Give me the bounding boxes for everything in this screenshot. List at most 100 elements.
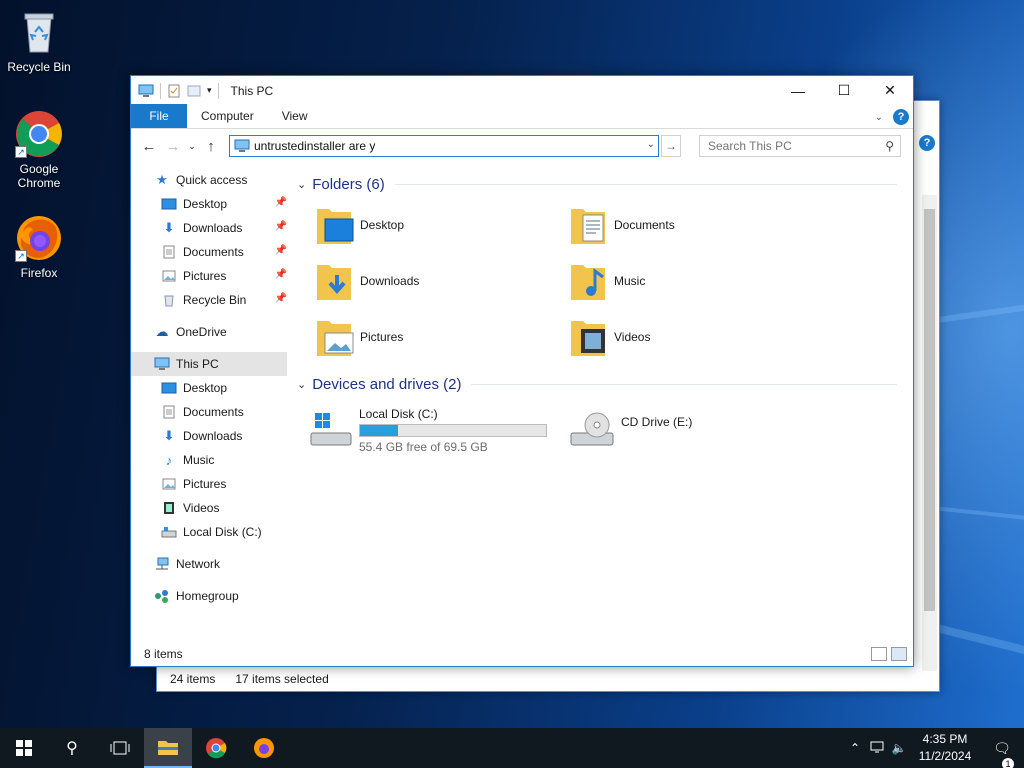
nav-label: Local Disk (C:) — [183, 525, 262, 539]
large-icons-view-button[interactable] — [891, 647, 907, 661]
up-button[interactable]: ↑ — [199, 138, 223, 155]
recent-locations-chevron-icon[interactable]: ⌄ — [185, 141, 199, 152]
expand-ribbon-chevron-icon[interactable]: ⌄ — [875, 112, 883, 123]
folders-group-header[interactable]: ⌄ Folders (6) — [297, 171, 905, 197]
folder-music[interactable]: Music — [569, 253, 823, 309]
search-box[interactable]: ⚲ — [699, 135, 901, 157]
videos-folder-icon — [569, 315, 609, 359]
status-bar: 8 items — [131, 642, 913, 666]
tab-file[interactable]: File — [131, 104, 187, 128]
show-hidden-icons-chevron-icon[interactable]: ⌃ — [844, 741, 866, 755]
nav-quick-pictures[interactable]: Pictures 📌 — [131, 264, 289, 288]
folder-label: Pictures — [360, 330, 404, 344]
taskbar-chrome[interactable] — [192, 728, 240, 768]
folder-label: Videos — [614, 330, 651, 344]
back-button[interactable]: ← — [137, 138, 161, 155]
nav-pc-local-disk[interactable]: Local Disk (C:) — [131, 520, 289, 544]
nav-pc-desktop[interactable]: Desktop — [131, 376, 289, 400]
hard-drive-icon — [161, 524, 177, 540]
drives-list: Local Disk (C:) 55.4 GB free of 69.5 GB … — [307, 403, 905, 454]
nav-quick-access[interactable]: ★ Quick access — [131, 168, 289, 192]
back-window-status-bar: 24 items 17 items selected — [157, 667, 939, 691]
drive-local-disk-c[interactable]: Local Disk (C:) 55.4 GB free of 69.5 GB — [307, 403, 547, 454]
pin-icon[interactable]: 📌 — [275, 197, 287, 208]
status-selected-count: 17 items selected — [235, 672, 329, 686]
desktop-icon-firefox[interactable]: ↗ Firefox — [1, 214, 77, 280]
help-icon[interactable]: ? — [919, 135, 935, 151]
title-bar[interactable]: ▾ This PC — ☐ ✕ — [131, 76, 913, 105]
pin-icon[interactable]: 📌 — [275, 269, 287, 280]
clock-time: 4:35 PM — [922, 732, 968, 746]
action-center-button[interactable]: 🗨 1 — [980, 739, 1024, 768]
taskbar-file-explorer[interactable] — [144, 728, 192, 768]
nav-this-pc[interactable]: This PC — [131, 352, 287, 376]
forward-button[interactable]: → — [161, 138, 185, 155]
nav-quick-desktop[interactable]: Desktop 📌 — [131, 192, 289, 216]
explorer-window[interactable]: ▾ This PC — ☐ ✕ File Computer View ⌄ ? ←… — [130, 75, 914, 667]
file-explorer-icon — [158, 741, 178, 755]
folder-desktop[interactable]: Desktop — [315, 197, 569, 253]
search-input[interactable] — [708, 139, 868, 153]
recycle-bin-icon — [161, 292, 177, 308]
nav-label: Quick access — [176, 173, 248, 187]
windows-logo-icon — [16, 740, 32, 756]
this-pc-icon — [234, 139, 250, 152]
new-folder-icon[interactable] — [187, 84, 201, 98]
go-arrow-button[interactable]: → — [661, 135, 681, 157]
nav-label: Downloads — [183, 429, 243, 443]
nav-homegroup[interactable]: Homegroup — [131, 584, 289, 608]
notification-icon: 🗨 — [993, 739, 1011, 756]
scrollbar-thumb[interactable] — [924, 209, 935, 611]
desktop-icon-google-chrome[interactable]: ↗ Google Chrome — [1, 110, 77, 190]
quick-access-toolbar: ▾ — [131, 82, 225, 99]
volume-icon[interactable]: 🔈 — [888, 741, 910, 755]
minimize-button[interactable]: — — [775, 76, 821, 105]
network-status-icon[interactable] — [866, 740, 888, 757]
nav-pc-downloads[interactable]: ⬇ Downloads — [131, 424, 289, 448]
taskbar-firefox[interactable] — [240, 728, 288, 768]
pin-icon[interactable]: 📌 — [275, 293, 287, 304]
folder-downloads[interactable]: Downloads — [315, 253, 569, 309]
nav-quick-downloads[interactable]: ⬇ Downloads 📌 — [131, 216, 289, 240]
group-title: Folders (6) — [312, 175, 385, 193]
desktop-icon-recycle-bin[interactable]: Recycle Bin — [1, 8, 77, 74]
help-icon[interactable]: ? — [893, 109, 909, 125]
task-view-button[interactable] — [96, 728, 144, 768]
devices-group-header[interactable]: ⌄ Devices and drives (2) — [297, 371, 905, 397]
nav-pc-videos[interactable]: Videos — [131, 496, 289, 520]
status-item-count: 24 items — [170, 672, 216, 686]
address-input[interactable] — [254, 139, 634, 153]
documents-icon — [161, 244, 177, 260]
folder-videos[interactable]: Videos — [569, 309, 823, 365]
search-button[interactable]: ⚲ — [48, 728, 96, 768]
nav-pc-documents[interactable]: Documents — [131, 400, 289, 424]
pin-icon[interactable]: 📌 — [275, 221, 287, 232]
drive-cd-e[interactable]: CD Drive (E:) — [569, 403, 692, 454]
folder-label: Desktop — [360, 218, 405, 232]
nav-pc-music[interactable]: ♪ Music — [131, 448, 289, 472]
folder-documents[interactable]: Documents — [569, 197, 823, 253]
pin-icon[interactable]: 📌 — [275, 245, 287, 256]
address-bar[interactable]: ⌄ — [229, 135, 659, 157]
nav-pc-pictures[interactable]: Pictures — [131, 472, 289, 496]
folder-pictures[interactable]: Pictures — [315, 309, 569, 365]
nav-onedrive[interactable]: ☁ OneDrive — [131, 320, 289, 344]
collapse-chevron-icon[interactable]: ⌄ — [297, 178, 306, 191]
clock[interactable]: 4:35 PM 11/2/2024 — [910, 731, 980, 765]
search-icon[interactable]: ⚲ — [885, 139, 894, 153]
address-dropdown-chevron-icon[interactable]: ⌄ — [647, 139, 655, 150]
shortcut-arrow-icon: ↗ — [15, 250, 27, 262]
nav-network[interactable]: Network — [131, 552, 289, 576]
details-view-button[interactable] — [871, 647, 887, 661]
collapse-chevron-icon[interactable]: ⌄ — [297, 378, 306, 391]
tab-view[interactable]: View — [268, 104, 322, 128]
maximize-button[interactable]: ☐ — [821, 76, 867, 105]
properties-icon[interactable] — [167, 84, 181, 98]
nav-quick-documents[interactable]: Documents 📌 — [131, 240, 289, 264]
back-window-scrollbar[interactable] — [922, 195, 937, 671]
customize-toolbar-chevron-icon[interactable]: ▾ — [207, 85, 212, 96]
close-button[interactable]: ✕ — [867, 76, 913, 105]
nav-quick-recycle-bin[interactable]: Recycle Bin 📌 — [131, 288, 289, 312]
tab-computer[interactable]: Computer — [187, 104, 268, 128]
start-button[interactable] — [0, 728, 48, 768]
